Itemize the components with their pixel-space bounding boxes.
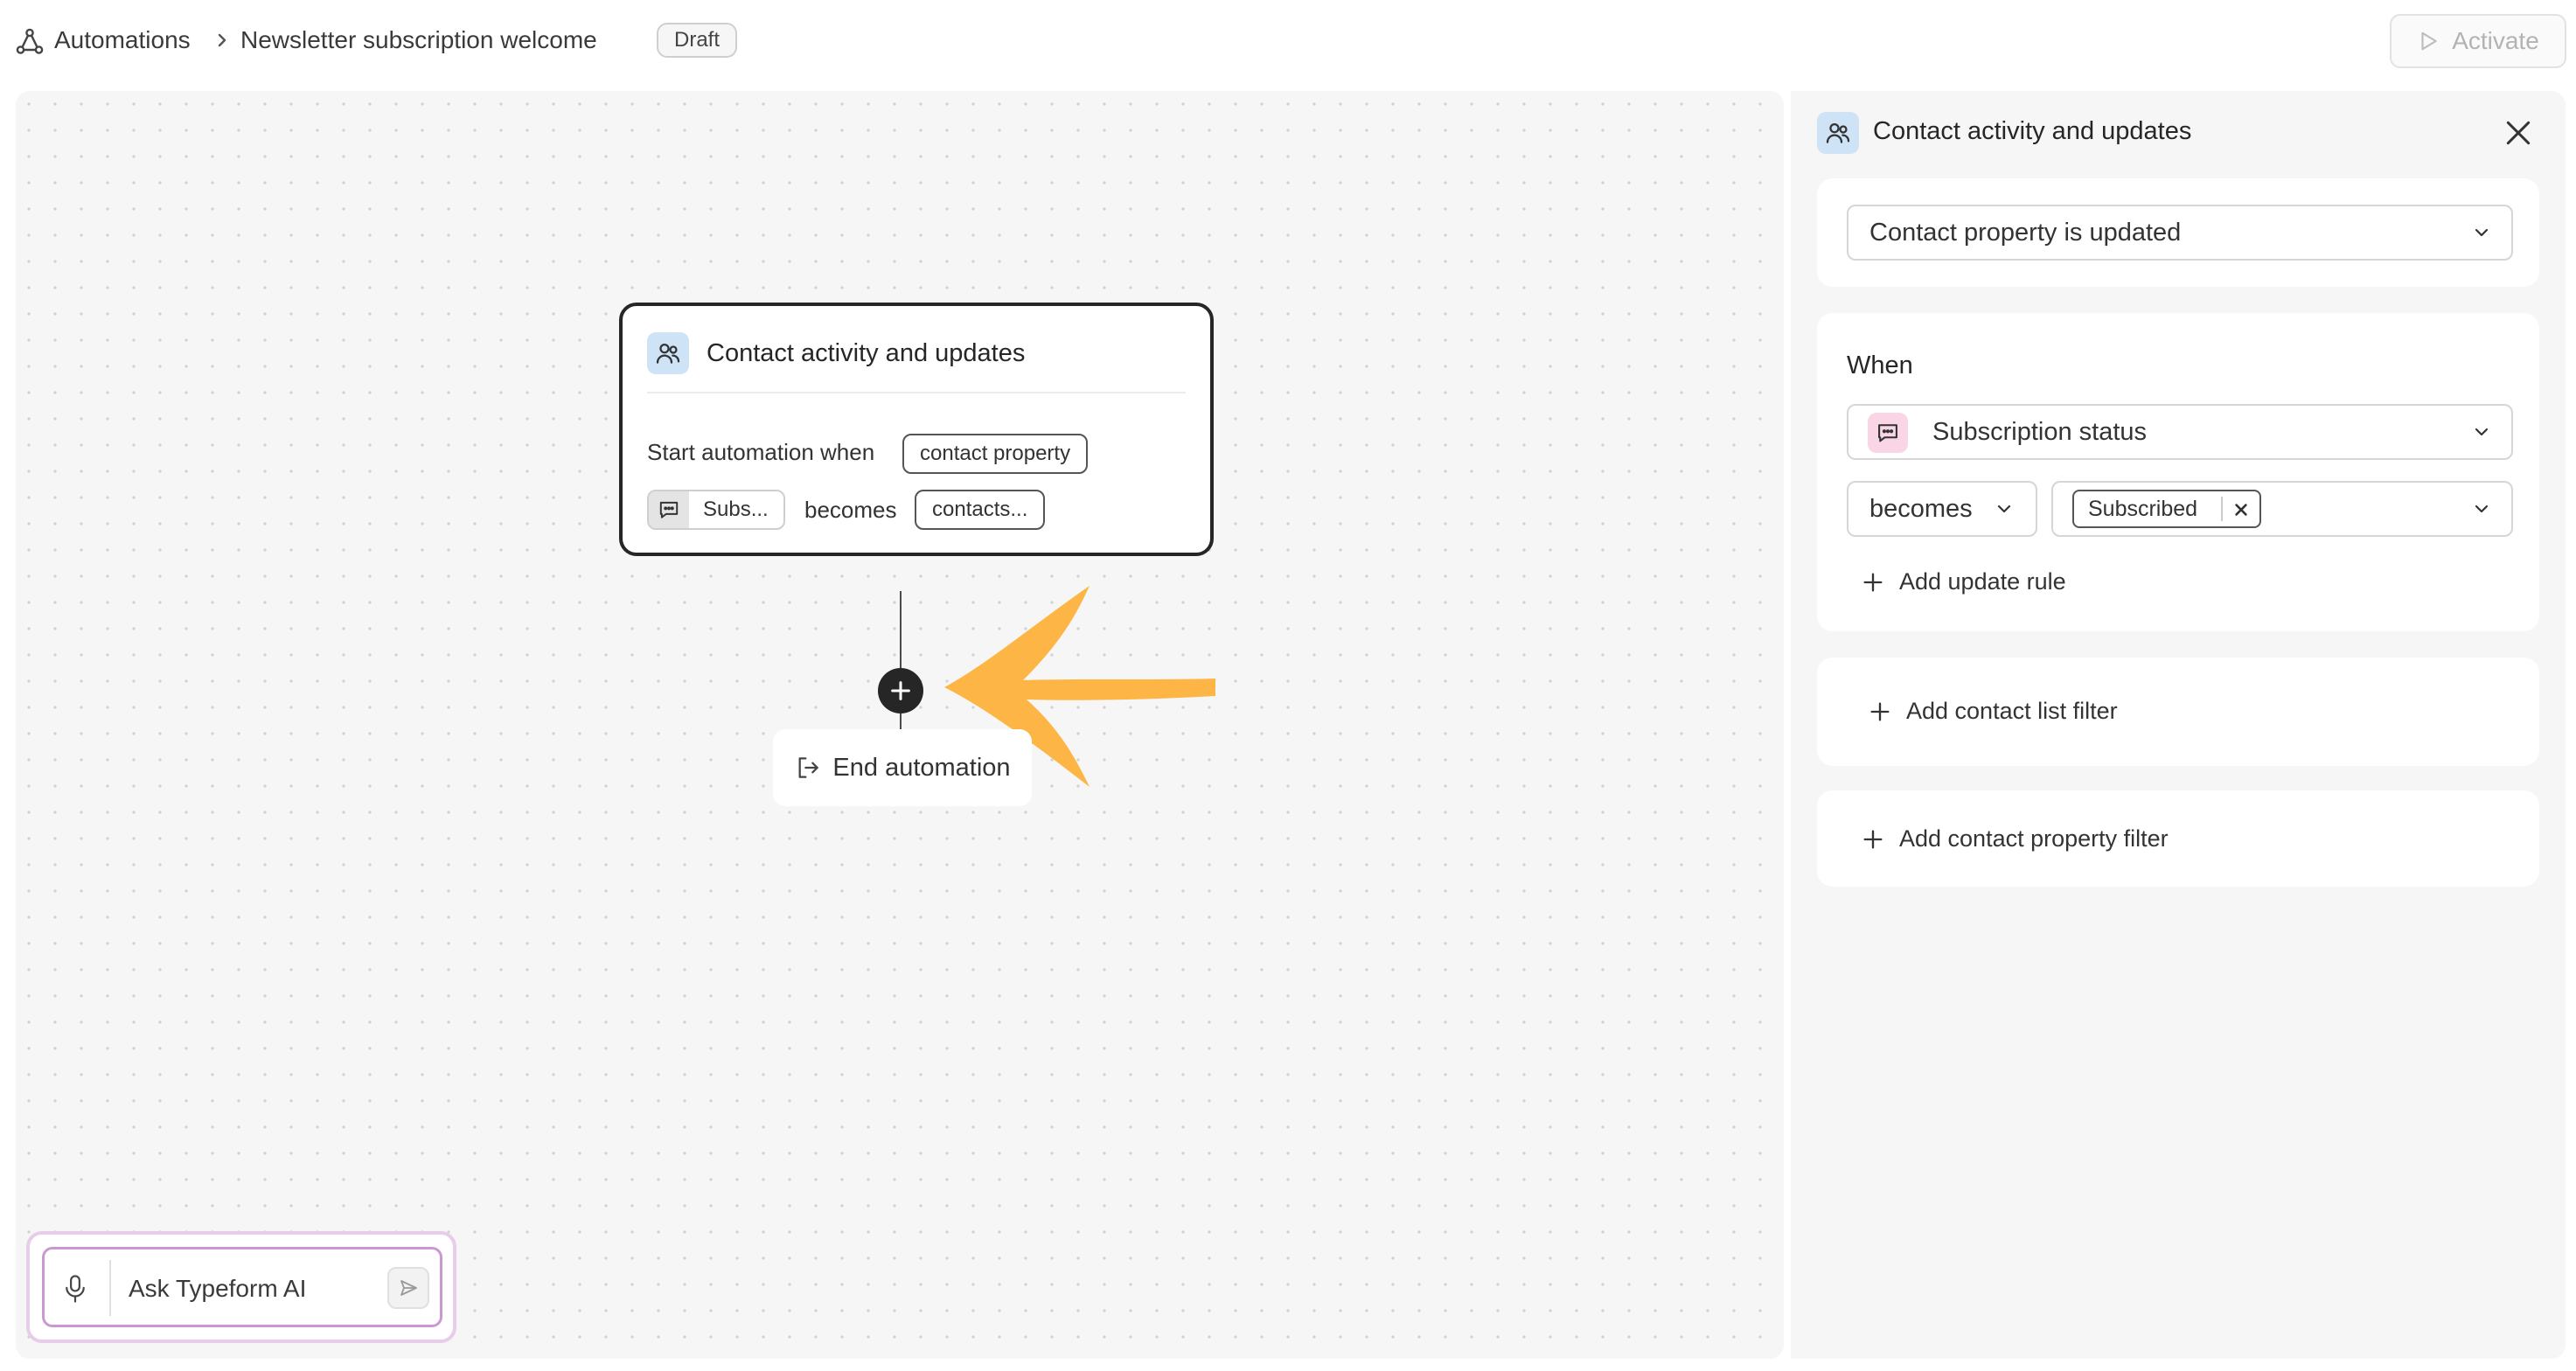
when-card: When Subscription status becomes Subscri… [1817,313,2539,631]
chevron-down-icon [2475,228,2489,237]
exit-icon [798,757,819,778]
trigger-type-card: Contact property is updated [1817,178,2539,287]
contact-property-chip[interactable]: contact property [902,434,1089,474]
plus-icon [1863,573,1883,591]
top-bar: Automations Newsletter subscription welc… [0,0,2576,84]
becomes-text: becomes [804,497,897,523]
contacts-value-chip[interactable]: contacts... [915,490,1046,530]
ai-assistant-inner [42,1247,442,1327]
automation-canvas[interactable]: Contact activity and updates Start autom… [16,91,1784,1359]
panel-title: Contact activity and updates [1873,117,2192,145]
chevron-right-icon [218,33,226,47]
plus-icon [891,681,910,700]
plus-icon [1863,830,1883,848]
end-automation-label: End automation [832,753,1011,782]
activate-button[interactable]: Activate [2390,14,2566,68]
value-tag: Subscribed [2072,490,2261,528]
panel-icon-box [1817,112,1859,154]
play-icon [2421,31,2437,51]
add-contact-list-filter-label: Add contact list filter [1906,698,2118,724]
operator-value: becomes [1869,495,1973,523]
property-select[interactable]: Subscription status [1847,404,2513,460]
trigger-card-title: Contact activity and updates [707,339,1026,367]
add-contact-property-filter-button[interactable]: Add contact property filter [1861,825,2169,853]
subscription-field-chip[interactable]: Subs... [647,490,785,530]
subscription-field-label: Subs... [703,498,769,521]
contact-list-filter-card: Add contact list filter [1817,658,2539,766]
value-select[interactable]: Subscribed [2051,481,2513,537]
trigger-icon-box [647,332,689,374]
ai-divider [109,1260,111,1316]
chat-icon-box [649,491,689,528]
send-button[interactable] [387,1267,429,1309]
contact-property-filter-card: Add contact property filter [1817,790,2539,887]
trigger-type-select[interactable]: Contact property is updated [1847,205,2513,261]
end-automation-node[interactable]: End automation [773,729,1032,806]
connector-line-top [900,591,902,668]
ai-input[interactable] [129,1269,356,1309]
plus-icon [1870,702,1890,720]
property-value: Subscription status [1932,418,2148,446]
app-root: Automations Newsletter subscription welc… [0,0,2576,1371]
send-icon [400,1280,417,1296]
add-update-rule-label: Add update rule [1899,568,2066,595]
start-automation-text: Start automation when [647,439,875,465]
property-icon-box [1868,413,1908,453]
contacts-icon [656,343,680,364]
when-label: When [1847,351,1913,379]
automation-icon [16,28,44,54]
operator-select[interactable]: becomes [1847,481,2037,537]
add-update-rule-button[interactable]: Add update rule [1861,568,2066,595]
mic-icon[interactable] [62,1274,88,1304]
breadcrumb-current: Newsletter subscription welcome [240,26,597,53]
chat-icon [659,501,679,518]
remove-tag-icon[interactable] [2230,498,2252,521]
add-contact-property-filter-label: Add contact property filter [1899,825,2169,852]
status-badge: Draft [657,23,738,58]
chevron-down-icon [2475,428,2489,436]
value-tag-label: Subscribed [2088,497,2198,521]
chat-icon [1878,424,1897,442]
activate-label: Activate [2452,27,2539,54]
trigger-type-value: Contact property is updated [1869,219,2182,247]
breadcrumb-automations[interactable]: Automations [54,24,191,56]
trigger-card[interactable]: Contact activity and updates Start autom… [619,303,1214,556]
contacts-icon [1826,122,1850,143]
trigger-settings-panel: Contact activity and updates Contact pro… [1791,91,2566,1359]
close-icon[interactable] [2501,115,2536,150]
add-contact-list-filter-button[interactable]: Add contact list filter [1868,698,2118,725]
chevron-down-icon [1997,505,2011,513]
ai-assistant-box [26,1231,456,1343]
chevron-down-icon [2475,505,2489,513]
add-step-button[interactable] [878,668,923,713]
panel-separator [1784,91,1791,1359]
trigger-card-divider [647,392,1186,393]
value-tag-divider [2221,497,2223,521]
